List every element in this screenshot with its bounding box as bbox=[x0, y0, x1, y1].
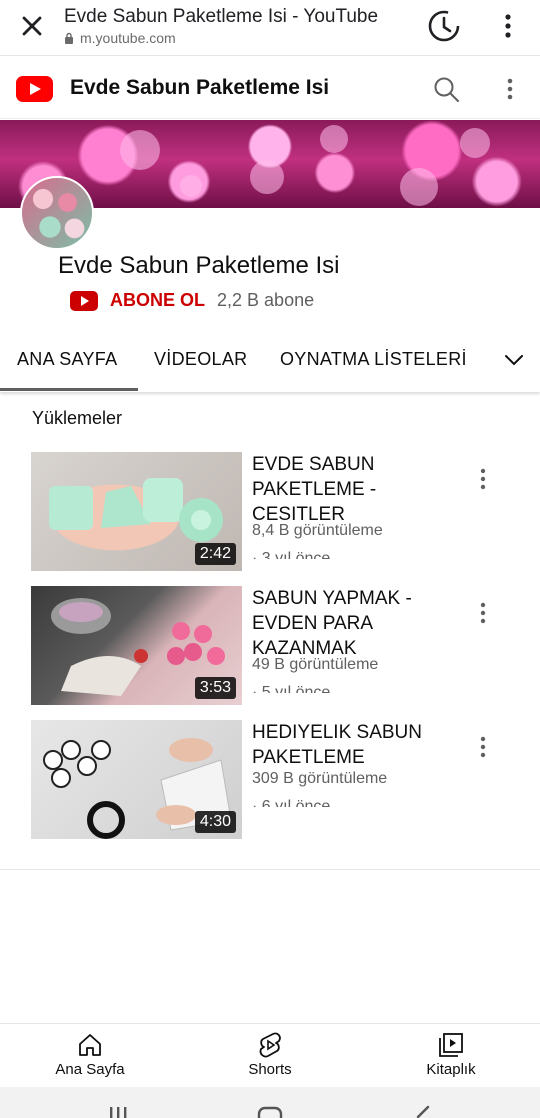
video-more-icon[interactable] bbox=[474, 466, 492, 492]
video-more-icon[interactable] bbox=[474, 734, 492, 760]
video-age: · 3 yıl önce bbox=[252, 550, 331, 559]
browser-url-row: m.youtube.com bbox=[64, 30, 176, 46]
nav-shorts-label: Shorts bbox=[248, 1061, 292, 1078]
browser-url: m.youtube.com bbox=[80, 30, 176, 46]
recents-icon bbox=[110, 1107, 127, 1118]
home-icon bbox=[79, 1034, 101, 1056]
nav-shorts[interactable]: Shorts bbox=[200, 1032, 340, 1078]
video-views: 49 B görüntüleme bbox=[252, 656, 379, 673]
video-age: · 5 yıl önce bbox=[252, 684, 331, 693]
channel-tabs: ANA SAYFA VİDEOLAR OYNATMA LİSTELERİ bbox=[0, 330, 540, 392]
nav-library[interactable]: Kitaplık bbox=[381, 1032, 521, 1078]
youtube-logo-icon[interactable] bbox=[16, 76, 53, 102]
bottom-nav: Ana Sayfa Shorts Kitaplık bbox=[0, 1023, 540, 1087]
tab-active-indicator bbox=[0, 388, 138, 391]
shorts-icon bbox=[259, 1032, 281, 1058]
history-clock-icon[interactable] bbox=[426, 8, 462, 44]
system-nav-bar bbox=[0, 1087, 540, 1118]
tab-playlists[interactable]: OYNATMA LİSTELERİ bbox=[280, 349, 467, 370]
subscribe-button[interactable]: ABONE OL 2,2 B abone bbox=[70, 290, 314, 311]
channel-name: Evde Sabun Paketleme Isi bbox=[58, 252, 340, 279]
header-channel-title: Evde Sabun Paketleme Isi bbox=[70, 76, 330, 99]
youtube-subscribe-icon bbox=[70, 290, 98, 311]
video-thumbnail[interactable]: 2:42 bbox=[31, 452, 242, 571]
system-nav-icons bbox=[110, 1105, 430, 1118]
video-views: 309 B görüntüleme bbox=[252, 770, 388, 787]
library-icon bbox=[439, 1033, 463, 1057]
browser-bar: Evde Sabun Paketleme Isi - YouTube m.you… bbox=[0, 0, 540, 56]
chevron-down-icon[interactable] bbox=[502, 350, 526, 370]
video-views: 8,4 B görüntüleme bbox=[252, 522, 383, 539]
video-duration: 2:42 bbox=[194, 543, 236, 565]
video-age: · 6 yıl önce bbox=[252, 798, 331, 807]
browser-more-icon[interactable] bbox=[498, 12, 518, 40]
video-more-icon[interactable] bbox=[474, 600, 492, 626]
more-options-icon[interactable] bbox=[500, 75, 520, 103]
close-icon[interactable] bbox=[18, 12, 46, 40]
video-item[interactable]: 3:53 SABUN YAPMAK - EVDEN PARA KAZANMAK … bbox=[0, 586, 540, 706]
section-divider bbox=[0, 869, 540, 870]
lock-icon bbox=[65, 32, 73, 44]
section-title: Yüklemeler bbox=[32, 408, 123, 428]
browser-page-title: Evde Sabun Paketleme Isi - YouTube bbox=[64, 6, 379, 27]
video-duration: 3:53 bbox=[194, 677, 236, 699]
back-icon bbox=[416, 1105, 430, 1118]
video-title[interactable]: HEDIYELIK SABUN PAKETLEME bbox=[252, 720, 462, 770]
tab-home[interactable]: ANA SAYFA bbox=[17, 349, 117, 370]
video-thumbnail[interactable]: 4:30 bbox=[31, 720, 242, 839]
system-home-icon bbox=[257, 1106, 283, 1118]
video-item[interactable]: 2:42 EVDE SABUN PAKETLEME - CESITLER 8,4… bbox=[0, 452, 540, 572]
video-title[interactable]: SABUN YAPMAK - EVDEN PARA KAZANMAK bbox=[252, 586, 462, 661]
video-item[interactable]: 4:30 HEDIYELIK SABUN PAKETLEME 309 B gör… bbox=[0, 720, 540, 840]
search-icon[interactable] bbox=[432, 75, 460, 103]
channel-avatar[interactable] bbox=[20, 176, 94, 250]
video-title[interactable]: EVDE SABUN PAKETLEME - CESITLER bbox=[252, 452, 462, 527]
youtube-header: Evde Sabun Paketleme Isi bbox=[0, 57, 540, 119]
video-thumbnail[interactable]: 3:53 bbox=[31, 586, 242, 705]
video-duration: 4:30 bbox=[194, 811, 236, 833]
subscribe-label: ABONE OL bbox=[110, 290, 206, 310]
nav-home-label: Ana Sayfa bbox=[55, 1061, 125, 1078]
tab-videos[interactable]: VİDEOLAR bbox=[154, 349, 247, 370]
nav-home[interactable]: Ana Sayfa bbox=[20, 1032, 160, 1078]
nav-library-label: Kitaplık bbox=[426, 1061, 476, 1078]
subscriber-count: 2,2 B abone bbox=[217, 290, 315, 310]
